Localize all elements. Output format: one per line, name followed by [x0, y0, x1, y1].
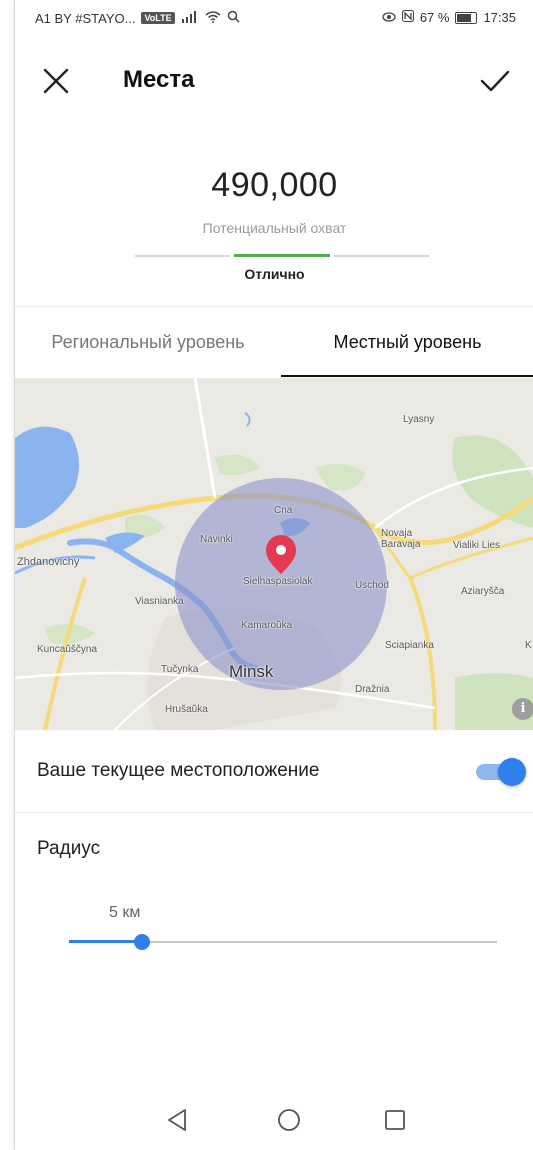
signal-icon: [181, 10, 199, 26]
eye-icon: [382, 10, 396, 25]
map-label-hrusauka: Hrušaŭka: [165, 704, 208, 715]
close-button[interactable]: [37, 62, 75, 100]
map-view[interactable]: Lyasny Cna Navinki Novaja Baravaja Viali…: [15, 378, 533, 730]
map-label-kamarouka: Kamaroŭka: [241, 620, 293, 631]
battery-percent: 67 %: [419, 10, 450, 25]
radius-value: 5 км: [109, 904, 141, 921]
map-label-kuncaushchyna: Kuncaŭščyna: [37, 644, 98, 655]
recents-icon: [385, 1110, 405, 1130]
page-title: Места: [123, 66, 195, 93]
wifi-icon: [205, 10, 221, 26]
status-left: A1 BY #STAYO... VoLTE: [35, 10, 240, 26]
volte-badge: VoLTE: [141, 12, 175, 24]
tab-local-level[interactable]: Местный уровень: [281, 307, 533, 377]
toggle-knob: [498, 758, 526, 786]
map-label-minsk: Minsk: [229, 662, 274, 681]
meter-segment-2: [234, 254, 330, 257]
level-tabs: Региональный уровень Местный уровень: [15, 307, 533, 377]
map-label-sciapianka: Sciapianka: [385, 640, 434, 651]
slider-thumb[interactable]: [133, 934, 150, 950]
map-label-tucynka: Tučynka: [161, 664, 199, 675]
home-icon: [278, 1109, 300, 1131]
map-label-novaja-baravaja: Novaja Baravaja: [381, 528, 421, 550]
map-canvas: [15, 378, 533, 730]
close-icon: [43, 68, 69, 94]
status-time: 17:35: [483, 10, 516, 25]
carrier-name: A1 BY #STAYO...: [35, 10, 136, 26]
meter-segment-3: [333, 255, 429, 257]
map-label-lyasny: Lyasny: [403, 414, 435, 425]
back-icon: [168, 1109, 186, 1131]
search-icon: [227, 10, 240, 26]
meter-segment-1: [135, 255, 231, 257]
map-label-sielhaspasiolak: Sielhaspasiolak: [243, 576, 313, 587]
map-label-uschod: Uschod: [355, 580, 389, 591]
reach-rating: Отлично: [244, 266, 305, 282]
reach-label: Потенциальный охват: [202, 220, 347, 236]
map-label-vialiki-lies: Vialiki Lies: [453, 540, 501, 551]
reach-value: 490,000: [211, 166, 338, 204]
radius-slider[interactable]: [69, 930, 497, 954]
nfc-icon: [401, 10, 414, 25]
reach-meter: [135, 254, 429, 258]
map-label-navinki: Navinki: [200, 534, 233, 545]
slider-fill: [69, 940, 142, 943]
recents-button[interactable]: [375, 1100, 415, 1140]
tab-regional-level[interactable]: Региональный уровень: [15, 307, 281, 377]
map-label-aziaryshcha: Aziaryšča: [461, 586, 505, 597]
map-label-viasnianka: Viasnianka: [135, 596, 184, 607]
system-nav-bar: [15, 1090, 533, 1150]
potential-reach: 490,000 Потенциальный охват Отлично: [15, 160, 533, 300]
map-label-k: K: [525, 640, 532, 651]
home-button[interactable]: [269, 1100, 309, 1140]
map-label-zhdanovichy: Zhdanovichy: [17, 556, 80, 568]
checkmark-icon: [480, 70, 510, 92]
current-location-row: Ваше текущее местоположение: [15, 730, 533, 813]
map-label-cna: Cna: [274, 505, 293, 516]
battery-icon: [455, 11, 478, 24]
status-bar: A1 BY #STAYO... VoLTE 67 % 17:35: [15, 0, 533, 36]
map-label-drazhnia: Dražnia: [355, 684, 390, 695]
back-button[interactable]: [157, 1100, 197, 1140]
info-icon[interactable]: i: [512, 698, 533, 720]
done-button[interactable]: [476, 62, 514, 100]
radius-title: Радиус: [37, 838, 101, 859]
status-right: 67 % 17:35: [382, 10, 516, 25]
current-location-toggle[interactable]: [476, 758, 526, 786]
phone-screen: A1 BY #STAYO... VoLTE 67 % 17:35 Места 4…: [14, 0, 533, 1150]
current-location-label: Ваше текущее местоположение: [37, 760, 320, 781]
top-app-bar: Места: [15, 50, 533, 110]
